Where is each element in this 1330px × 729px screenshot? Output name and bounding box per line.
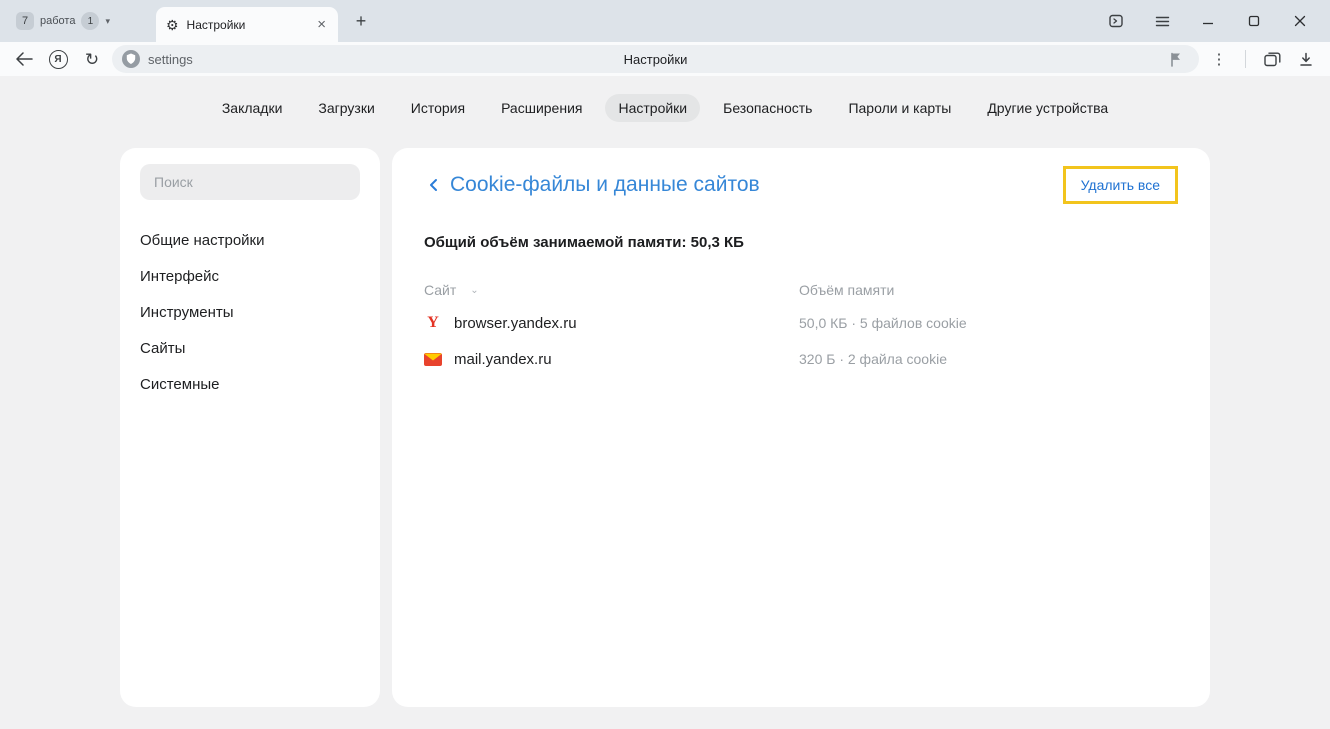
- yandex-y-icon: Y: [424, 314, 442, 332]
- address-bar[interactable]: settings Настройки: [112, 45, 1199, 73]
- nav-tab-downloads[interactable]: Загрузки: [305, 94, 387, 122]
- nav-tab-extensions[interactable]: Расширения: [488, 94, 595, 122]
- menu-icon[interactable]: [1152, 11, 1172, 31]
- yandex-mail-icon: [424, 353, 442, 366]
- site-security-icon[interactable]: [122, 50, 140, 68]
- tab-strip: 7 работа 1 ▾ ⚙ Настройки × +: [0, 0, 1330, 42]
- nav-tab-history[interactable]: История: [398, 94, 478, 122]
- browser-tab-settings[interactable]: ⚙ Настройки ×: [156, 7, 338, 42]
- settings-page: Закладки Загрузки История Расширения Нас…: [0, 76, 1330, 729]
- sidebar-menu: Общие настройки Интерфейс Инструменты Са…: [140, 224, 360, 401]
- site-header-label: Сайт: [424, 282, 456, 298]
- tabs-panel-icon[interactable]: [1258, 45, 1286, 73]
- window-controls: [1106, 11, 1324, 31]
- cookies-header: Cookie-файлы и данные сайтов Удалить все: [424, 166, 1178, 204]
- sidebar-item-interface[interactable]: Интерфейс: [140, 260, 360, 293]
- settings-nav: Закладки Загрузки История Расширения Нас…: [120, 94, 1210, 122]
- back-chevron-icon[interactable]: [424, 175, 444, 195]
- downloads-icon[interactable]: [1292, 45, 1320, 73]
- close-window-icon[interactable]: [1290, 11, 1310, 31]
- minimize-icon[interactable]: [1198, 11, 1218, 31]
- gear-icon: ⚙: [166, 18, 179, 32]
- page-title: Настройки: [112, 52, 1199, 67]
- site-name: mail.yandex.ru: [454, 351, 552, 368]
- nav-tab-bookmarks[interactable]: Закладки: [209, 94, 296, 122]
- tab-group-badge: 1: [81, 12, 99, 30]
- url-text: settings: [148, 52, 193, 67]
- sort-chevron-icon: ⌄: [470, 285, 478, 296]
- side-panel-icon[interactable]: [1106, 11, 1126, 31]
- back-icon[interactable]: [10, 45, 38, 73]
- site-size: 320 Б · 2 файла cookie: [799, 351, 947, 367]
- yandex-logo-icon[interactable]: Я: [44, 45, 72, 73]
- search-input[interactable]: [140, 164, 360, 200]
- content-area: Общие настройки Интерфейс Инструменты Са…: [120, 148, 1210, 707]
- tab-title: Настройки: [187, 18, 308, 32]
- tab-group-chip[interactable]: 7 работа 1 ▾: [10, 8, 116, 34]
- yandex-ya-glyph: Я: [49, 50, 68, 69]
- delete-all-button[interactable]: Удалить все: [1063, 166, 1178, 204]
- nav-tab-settings[interactable]: Настройки: [605, 94, 700, 122]
- site-size: 50,0 КБ · 5 файлов cookie: [799, 315, 967, 331]
- sidebar-item-system[interactable]: Системные: [140, 368, 360, 401]
- cookies-table: Сайт ⌄ Объём памяти Y browser.yandex.ru …: [424, 275, 1178, 377]
- table-row[interactable]: Y browser.yandex.ru 50,0 КБ · 5 файлов c…: [424, 305, 1178, 341]
- more-actions-icon[interactable]: ⋮: [1205, 45, 1233, 73]
- total-memory-label: Общий объём занимаемой памяти: 50,3 КБ: [424, 234, 1178, 251]
- settings-sidebar: Общие настройки Интерфейс Инструменты Са…: [120, 148, 380, 707]
- new-tab-button[interactable]: +: [348, 8, 374, 34]
- toolbar-divider: [1245, 50, 1246, 68]
- table-header-row: Сайт ⌄ Объём памяти: [424, 275, 1178, 305]
- browser-toolbar: Я ↻ settings Настройки ⋮: [0, 42, 1330, 76]
- tab-group-name: работа: [40, 15, 75, 27]
- maximize-icon[interactable]: [1244, 11, 1264, 31]
- chevron-down-icon[interactable]: ▾: [105, 16, 110, 27]
- nav-tab-security[interactable]: Безопасность: [710, 94, 825, 122]
- nav-tab-passwords[interactable]: Пароли и карты: [835, 94, 964, 122]
- site-column-header[interactable]: Сайт ⌄: [424, 282, 799, 298]
- nav-tab-devices[interactable]: Другие устройства: [974, 94, 1121, 122]
- refresh-icon[interactable]: ↻: [78, 45, 106, 73]
- sidebar-item-tools[interactable]: Инструменты: [140, 296, 360, 329]
- tab-group-count: 7: [16, 12, 34, 30]
- tab-close-icon[interactable]: ×: [315, 16, 328, 33]
- cookies-panel: Cookie-файлы и данные сайтов Удалить все…: [392, 148, 1210, 707]
- sidebar-item-sites[interactable]: Сайты: [140, 332, 360, 365]
- table-row[interactable]: mail.yandex.ru 320 Б · 2 файла cookie: [424, 341, 1178, 377]
- size-column-header: Объём памяти: [799, 282, 894, 298]
- site-name: browser.yandex.ru: [454, 315, 577, 332]
- bookmark-icon[interactable]: [1161, 45, 1189, 73]
- sidebar-item-general[interactable]: Общие настройки: [140, 224, 360, 257]
- cookies-title: Cookie-файлы и данные сайтов: [450, 173, 760, 197]
